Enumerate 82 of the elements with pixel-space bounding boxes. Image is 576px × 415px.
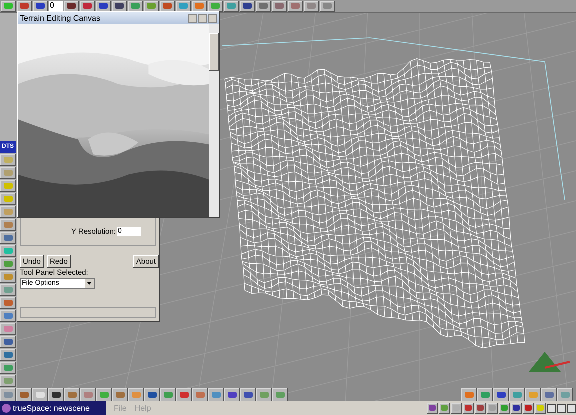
- tool-icon[interactable]: [33, 0, 48, 12]
- taskbar-button[interactable]: trueSpace: newscene: [0, 401, 106, 415]
- tool-icon[interactable]: [0, 258, 16, 270]
- tool-icon[interactable]: [0, 193, 16, 205]
- tool-icon[interactable]: [0, 310, 16, 322]
- tool-icon[interactable]: [64, 0, 79, 12]
- tool-icon[interactable]: [493, 388, 509, 402]
- tool-icon[interactable]: [288, 0, 303, 12]
- axis-gizmo-icon: [529, 352, 570, 372]
- tool-icon[interactable]: [0, 362, 16, 374]
- tool-icon[interactable]: [320, 0, 335, 12]
- tool-icon[interactable]: [240, 388, 256, 402]
- tool-icon[interactable]: [256, 0, 271, 12]
- tool-icon[interactable]: [112, 0, 127, 12]
- tool-icon[interactable]: [224, 0, 239, 12]
- tool-icon[interactable]: [0, 271, 16, 283]
- tool-icon[interactable]: [0, 375, 16, 387]
- tool-icon[interactable]: [461, 388, 477, 402]
- tool-icon[interactable]: [32, 388, 48, 402]
- tool-icon[interactable]: [96, 0, 111, 12]
- tool-icon[interactable]: [192, 388, 208, 402]
- tool-icon[interactable]: [0, 180, 16, 192]
- maximize-button[interactable]: [557, 404, 566, 412]
- tray-icon[interactable]: [499, 402, 510, 414]
- tool-icon[interactable]: [256, 388, 272, 402]
- tool-icon[interactable]: [144, 0, 159, 12]
- tray-icon[interactable]: [463, 402, 474, 414]
- tray-icon[interactable]: [439, 402, 450, 414]
- frame-field[interactable]: 0: [49, 1, 63, 11]
- tool-icon[interactable]: [208, 388, 224, 402]
- tray-icon[interactable]: [511, 402, 522, 414]
- tool-icon[interactable]: [240, 0, 255, 12]
- tool-icon[interactable]: [0, 167, 16, 179]
- tray-icon[interactable]: [427, 402, 438, 414]
- tool-icon[interactable]: [208, 0, 223, 12]
- tool-icon[interactable]: [0, 206, 16, 218]
- tool-icon[interactable]: [509, 388, 525, 402]
- tool-icon[interactable]: [557, 388, 573, 402]
- tool-icon[interactable]: [80, 0, 95, 12]
- tool-icon[interactable]: [176, 388, 192, 402]
- tool-icon[interactable]: [272, 388, 288, 402]
- tool-icon[interactable]: [541, 388, 557, 402]
- tool-icon[interactable]: [128, 388, 144, 402]
- tool-icon[interactable]: [96, 388, 112, 402]
- tool-icon[interactable]: [304, 0, 319, 12]
- tool-icon[interactable]: [144, 388, 160, 402]
- tool-icon[interactable]: [0, 336, 16, 348]
- tool-icon[interactable]: [64, 388, 80, 402]
- tray-icon[interactable]: [475, 402, 486, 414]
- tool-icon[interactable]: [112, 388, 128, 402]
- tray-icon[interactable]: [451, 402, 462, 414]
- tool-icon[interactable]: [0, 232, 16, 244]
- tool-icon[interactable]: [0, 323, 16, 335]
- tool-icon[interactable]: [0, 284, 16, 296]
- tray-icon[interactable]: [487, 402, 498, 414]
- tool-icon[interactable]: [0, 154, 16, 166]
- window-title: Terrain Editing Canvas: [20, 14, 102, 22]
- tool-icon[interactable]: [0, 219, 16, 231]
- tray-icon[interactable]: [535, 402, 546, 414]
- tool-icon[interactable]: [17, 0, 32, 12]
- tool-icon[interactable]: [0, 388, 16, 402]
- tray-icon[interactable]: [523, 402, 534, 414]
- tool-icon[interactable]: [176, 0, 191, 12]
- tool-icon[interactable]: [128, 0, 143, 12]
- tool-icon[interactable]: [224, 388, 240, 402]
- tool-icon[interactable]: [477, 388, 493, 402]
- tool-icon[interactable]: [0, 245, 16, 257]
- tool-icon[interactable]: [0, 349, 16, 361]
- minimize-button[interactable]: [547, 404, 556, 412]
- tool-icon[interactable]: [48, 388, 64, 402]
- close-button[interactable]: [567, 404, 576, 412]
- tool-icon[interactable]: [272, 0, 287, 12]
- tool-icon[interactable]: [80, 388, 96, 402]
- scrollbar[interactable]: [209, 24, 219, 217]
- tool-icon[interactable]: [16, 388, 32, 402]
- tool-icon[interactable]: [192, 0, 207, 12]
- tool-icon[interactable]: [160, 388, 176, 402]
- caret-icon: [87, 282, 92, 285]
- tool-icon[interactable]: [525, 388, 541, 402]
- tool-icon[interactable]: [160, 0, 175, 12]
- tool-icon[interactable]: [0, 297, 16, 309]
- tool-icon[interactable]: [1, 0, 16, 12]
